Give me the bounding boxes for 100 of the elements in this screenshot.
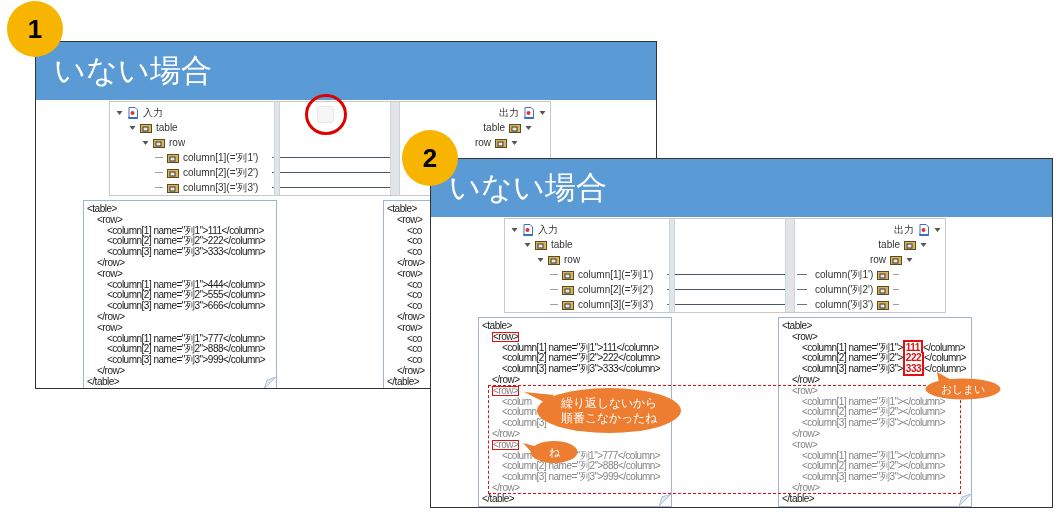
xml-line: </column>: [924, 363, 967, 375]
xml-line: <co: [407, 246, 422, 258]
tree-node-label[interactable]: table: [878, 237, 900, 252]
tree-node-label[interactable]: column('列1'): [815, 267, 874, 282]
xml-line: <column[1] name="列1"></column>: [802, 395, 946, 407]
xml-line: </row>: [97, 257, 125, 268]
expand-arrow-icon[interactable]: [142, 139, 149, 146]
xml-line: <co: [407, 332, 422, 344]
document-icon: [918, 223, 930, 236]
xml-line: </table>: [87, 375, 120, 387]
expand-arrow-icon[interactable]: [537, 256, 544, 263]
xml-line: <column[1] name="列1">444</column>: [107, 278, 266, 290]
xml-line: <column[2] name="列2">888</column>: [502, 460, 661, 472]
tree-node-label[interactable]: row: [564, 252, 581, 267]
tree-node-label[interactable]: row: [169, 135, 186, 150]
expand-arrow-icon[interactable]: [129, 124, 136, 131]
element-icon: [140, 122, 152, 133]
tree-node-label[interactable]: column('列2'): [815, 282, 874, 297]
xml-line: </row>: [397, 257, 425, 268]
expand-arrow-icon[interactable]: [116, 109, 123, 116]
step-badge: 1: [7, 1, 63, 57]
xml-line: <column[1] name="列1">111</column>: [502, 341, 659, 353]
xml-line: <column[2] name="列2"></column>: [802, 406, 946, 418]
xml-line: <column[1] name="列1">: [802, 341, 903, 353]
tree-node-label[interactable]: column[2](='列2'): [578, 282, 654, 297]
expand-arrow-icon[interactable]: [934, 226, 941, 233]
element-icon: [548, 254, 560, 265]
xml-line: </row>: [492, 374, 520, 385]
xml-line: <column[3] name="列3">999</column>: [502, 471, 661, 483]
element-icon: [904, 239, 916, 250]
xml-line: <column[2] name="列2">555</column>: [107, 289, 266, 301]
expand-arrow-icon[interactable]: [920, 241, 927, 248]
expand-arrow-icon[interactable]: [511, 139, 518, 146]
xml-line: </table>: [387, 375, 420, 387]
xml-line: <column[2] name="列2">222</column>: [502, 352, 661, 364]
tree-node-label[interactable]: table: [483, 120, 505, 135]
expand-arrow-icon[interactable]: [511, 226, 518, 233]
tree-node-label[interactable]: 出力: [894, 222, 914, 237]
element-icon: [877, 299, 890, 310]
tree-node-label[interactable]: column[3](='列3'): [578, 297, 654, 312]
expand-arrow-icon[interactable]: [906, 256, 913, 263]
xml-line: <column[1] name="列1"></column>: [802, 449, 946, 461]
xml-line: <row>: [97, 321, 123, 333]
element-icon: [877, 284, 890, 295]
xml-line: <co: [407, 300, 422, 312]
element-icon: [509, 122, 521, 133]
xml-line: <row>: [792, 384, 818, 396]
tree-node-label[interactable]: table: [551, 237, 573, 252]
xml-line: <row>: [397, 321, 423, 333]
xml-line: <co: [407, 224, 422, 236]
xml-line: <column[3] name="列3"></column>: [802, 417, 946, 429]
element-icon: [877, 269, 890, 280]
xml-line: <column[2] name="列2"></column>: [802, 460, 946, 472]
xml-line: <column[3] name="列3">333</column>: [502, 363, 661, 375]
tree-node-label[interactable]: table: [156, 120, 178, 135]
tree-node-label[interactable]: 入力: [538, 222, 558, 237]
element-icon: [562, 299, 574, 310]
xml-line: <co: [407, 354, 422, 366]
xml-line: <table>: [387, 203, 417, 214]
document-icon: [127, 106, 139, 119]
tree-node-label[interactable]: column[1](='列1'): [183, 150, 259, 165]
tree-node-label[interactable]: column[1](='列1'): [578, 267, 654, 282]
xml-line: <column[1] name="列1">111</column>: [107, 224, 264, 236]
xml-line: <row>: [397, 213, 423, 225]
tree-node-label[interactable]: 出力: [499, 105, 519, 120]
xml-line: </row>: [792, 481, 820, 493]
callout-text: ね: [548, 445, 560, 459]
tree-node-label[interactable]: 入力: [143, 105, 163, 120]
xml-line: <table>: [482, 320, 512, 331]
xml-line: <co: [407, 278, 422, 290]
element-icon: [167, 182, 179, 193]
xml-line: <column: [502, 406, 537, 418]
expand-arrow-icon[interactable]: [539, 109, 546, 116]
xml-line: </row>: [397, 364, 425, 376]
xml-line: <column[3] name="列3">: [802, 363, 903, 375]
xml-line: <table>: [782, 320, 812, 331]
tree-node-label[interactable]: column('列3'): [815, 297, 874, 312]
xml-line: <column[2] name="列2">222</column>: [107, 235, 266, 247]
document-icon: [522, 223, 534, 236]
xml-line: </row>: [492, 427, 520, 439]
tree-node-label[interactable]: column[2](='列2'): [183, 165, 259, 180]
callout-text: 繰り返しないから順番こなかったね: [560, 395, 658, 426]
xml-line: <column[3]: [502, 417, 547, 429]
function-node-icon: [317, 106, 334, 123]
xml-line: <co: [407, 289, 422, 301]
value-text: 222: [902, 352, 924, 364]
xml-line: "列1">777</column>: [576, 449, 660, 461]
xml-line: <column[1] name="列1">777</column>: [107, 332, 266, 344]
element-icon: [890, 254, 902, 265]
xml-line: </column>: [924, 352, 967, 364]
element-icon: [495, 137, 507, 148]
tree-node-label[interactable]: column[3](='列3'): [183, 180, 259, 195]
tree-node-label[interactable]: row: [474, 135, 491, 150]
tree-node-label[interactable]: row: [869, 252, 886, 267]
xml-line: <row>: [97, 267, 123, 279]
expand-arrow-icon[interactable]: [524, 241, 531, 248]
xml-line: <row>: [97, 213, 123, 225]
expand-arrow-icon[interactable]: [525, 124, 532, 131]
xml-line: </row>: [792, 374, 820, 385]
xml-line: </row>: [97, 364, 125, 376]
